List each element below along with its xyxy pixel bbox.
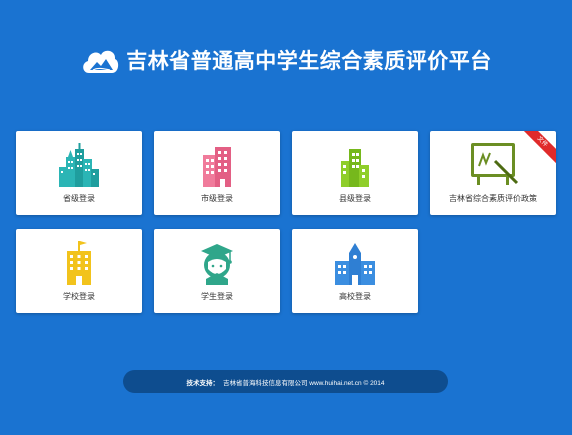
ribbon-text: 文件 [518, 131, 556, 167]
card-label: 市级登录 [201, 194, 233, 203]
office-building-icon [203, 147, 231, 187]
card-school-login[interactable]: 学校登录 [16, 229, 142, 313]
graduate-student-icon [201, 244, 233, 285]
page-header: 吉林省普通高中学生综合素质评价平台 [0, 38, 572, 82]
login-grid: 省级登录 市级登录 县级登录 文件 吉林省综合素质评价政策 学校登录 学生登录 … [16, 131, 556, 315]
card-province-login[interactable]: 省级登录 [16, 131, 142, 215]
card-label: 学校登录 [63, 292, 95, 301]
footer-bar: 技术支持： 吉林省普海科技信息有限公司 www.huihai.net.cn © … [123, 370, 448, 393]
card-university-login[interactable]: 高校登录 [292, 229, 418, 313]
cloud-mountain-logo [83, 50, 119, 73]
card-county-login[interactable]: 县级登录 [292, 131, 418, 215]
page-title: 吉林省普通高中学生综合素质评价平台 [126, 50, 492, 73]
card-label: 高校登录 [339, 292, 371, 301]
card-label: 县级登录 [339, 194, 371, 203]
city-skyline-icon [59, 143, 99, 187]
school-building-icon [67, 241, 91, 285]
building-cluster-icon [341, 149, 369, 187]
ribbon-badge: 文件 [518, 131, 556, 169]
card-label: 学生登录 [201, 292, 233, 301]
card-label: 吉林省综合素质评价政策 [449, 194, 537, 203]
card-label: 省级登录 [63, 194, 95, 203]
card-city-login[interactable]: 市级登录 [154, 131, 280, 215]
chalkboard-icon [471, 143, 519, 185]
footer-text: 吉林省普海科技信息有限公司 www.huihai.net.cn © 2014 [222, 379, 385, 387]
card-student-login[interactable]: 学生登录 [154, 229, 280, 313]
footer-label: 技术支持： [186, 379, 219, 387]
card-policy[interactable]: 文件 吉林省综合素质评价政策 [430, 131, 556, 215]
university-building-icon [335, 243, 375, 285]
